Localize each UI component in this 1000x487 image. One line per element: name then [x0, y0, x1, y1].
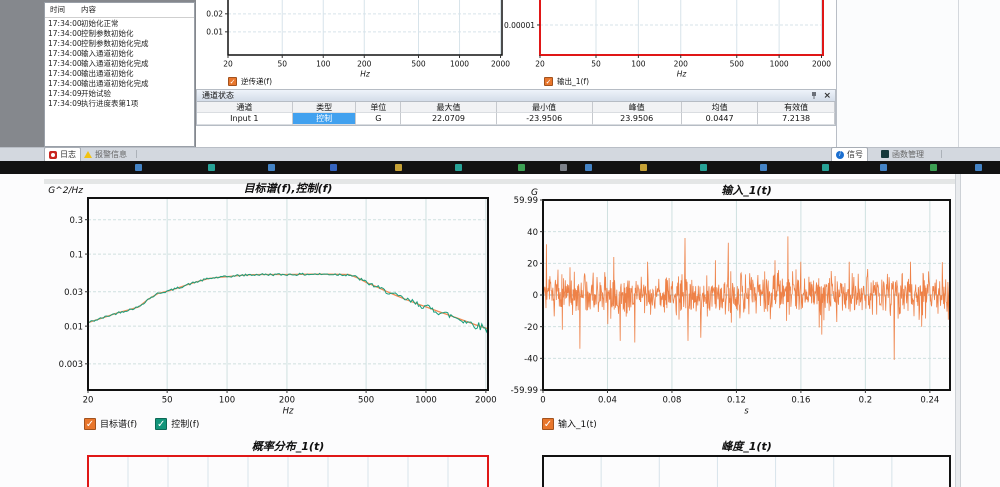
taskbar-icon	[760, 164, 767, 171]
function-manager-icon	[881, 150, 889, 158]
channel-cell: Input 1	[197, 113, 293, 125]
tab-alarm-label: 报警信息	[95, 149, 127, 160]
legend-input-waveform: ✓ 输入_1(t)	[542, 417, 597, 430]
legend-label: 输出_1(f)	[557, 76, 589, 87]
right-side-panel	[836, 0, 1000, 147]
signal-info-icon: i	[836, 151, 844, 159]
channel-status-title: 通道状态	[202, 91, 234, 100]
channel-cell: G	[356, 113, 401, 125]
tab-signal-label: 信号	[847, 149, 863, 160]
legend-item[interactable]: ✓ 输出_1(f)	[544, 76, 589, 87]
pin-icon[interactable]	[810, 91, 818, 100]
column-header: 均值	[682, 102, 759, 113]
taskbar-icon	[975, 164, 982, 171]
taskbar-icon	[135, 164, 142, 171]
channel-cell: 0.0447	[682, 113, 759, 125]
tab-alarm[interactable]: 报警信息	[80, 147, 131, 161]
app-window: 时间 内容 17:34:00初始化正常17:34:00控制参数初始化17:34:…	[0, 0, 1000, 487]
column-header: 最大值	[401, 102, 497, 113]
column-header: 最小值	[497, 102, 593, 113]
log-row: 17:34:00输入通道初始化	[45, 49, 194, 59]
taskbar-strip	[0, 161, 1000, 174]
tab-signal[interactable]: i 信号	[831, 147, 868, 161]
column-header: 通道	[197, 102, 293, 113]
tab-log[interactable]: 日志	[44, 147, 81, 161]
legend-item[interactable]: ✓ 控制(f)	[155, 417, 199, 430]
log-row: 17:34:09开始试验	[45, 89, 194, 99]
log-rows: 17:34:00初始化正常17:34:00控制参数初始化17:34:00控制参数…	[45, 19, 194, 109]
legend-checkbox[interactable]: ✓	[155, 418, 167, 430]
legend-label: 目标谱(f)	[100, 417, 137, 430]
taskbar-icon	[880, 164, 887, 171]
log-col-time: 时间	[50, 3, 65, 17]
tab-separator: |	[940, 149, 943, 158]
column-header: 单位	[356, 102, 401, 113]
taskbar-icon	[640, 164, 647, 171]
legend-checkbox[interactable]: ✓	[84, 418, 96, 430]
legend-item[interactable]: ✓ 逆传递(f)	[228, 76, 272, 87]
channel-cell: -23.9506	[497, 113, 593, 125]
legend-checkbox[interactable]: ✓	[228, 77, 237, 86]
taskbar-icon	[395, 164, 402, 171]
tab-function-manager[interactable]: 函数管理	[877, 147, 928, 161]
channel-cell: 控制	[293, 113, 357, 125]
taskbar-icon	[930, 164, 937, 171]
tab-separator: |	[135, 149, 138, 158]
channel-cell: 23.9506	[593, 113, 682, 125]
workspace-divider	[955, 174, 961, 487]
chart-workspace	[0, 174, 1000, 487]
legend-checkbox[interactable]: ✓	[544, 77, 553, 86]
log-row: 17:34:00初始化正常	[45, 19, 194, 29]
taskbar-icon	[585, 164, 592, 171]
log-row: 17:34:00输出通道初始化	[45, 69, 194, 79]
legend-checkbox[interactable]: ✓	[542, 418, 554, 430]
taskbar-icon	[330, 164, 337, 171]
column-header: 类型	[293, 102, 357, 113]
log-row: 17:34:00控制参数初始化完成	[45, 39, 194, 49]
taskbar-icon	[455, 164, 462, 171]
legend-label: 输入_1(t)	[558, 417, 597, 430]
channel-cell: 7.2138	[758, 113, 835, 125]
taskbar-icon	[822, 164, 829, 171]
column-header: 峰值	[593, 102, 682, 113]
log-col-content: 内容	[81, 3, 96, 17]
log-header: 时间 内容	[45, 3, 194, 18]
channel-status-titlebar: 通道状态 ×	[197, 90, 835, 102]
legend-item[interactable]: ✓ 目标谱(f)	[84, 417, 137, 430]
warning-icon	[84, 151, 92, 158]
legend-item[interactable]: ✓ 输入_1(t)	[542, 417, 597, 430]
channel-row[interactable]: Input 1控制G22.0709-23.950623.95060.04477.…	[197, 113, 835, 125]
legend-label: 逆传递(f)	[241, 76, 272, 87]
legend-inverse-transfer: ✓ 逆传递(f)	[228, 76, 272, 87]
taskbar-icon	[268, 164, 275, 171]
workspace-top-strip	[44, 179, 956, 184]
channel-status-panel: 通道状态 × 通道类型单位最大值最小值峰值均值有效值 Input 1控制G22.…	[196, 89, 836, 126]
channel-cell: 22.0709	[401, 113, 497, 125]
taskbar-icon	[518, 164, 525, 171]
taskbar-icon	[700, 164, 707, 171]
close-icon[interactable]: ×	[823, 91, 831, 101]
log-row: 17:34:00输出通道初始化完成	[45, 79, 194, 89]
taskbar-icon	[208, 164, 215, 171]
legend-output-spectrum: ✓ 输出_1(f)	[544, 76, 589, 87]
channel-table-header: 通道类型单位最大值最小值峰值均值有效值	[197, 102, 835, 113]
tab-function-manager-label: 函数管理	[892, 149, 924, 160]
log-row: 17:34:00控制参数初始化	[45, 29, 194, 39]
taskbar-icon	[560, 164, 567, 171]
log-row: 17:34:09执行进度表第1项	[45, 99, 194, 109]
legend-target-control-psd: ✓ 目标谱(f) ✓ 控制(f)	[84, 417, 199, 430]
log-row: 17:34:00输入通道初始化完成	[45, 59, 194, 69]
panel-divider	[958, 0, 959, 147]
log-icon	[49, 151, 57, 159]
legend-label: 控制(f)	[171, 417, 199, 430]
column-header: 有效值	[758, 102, 835, 113]
log-panel: 时间 内容 17:34:00初始化正常17:34:00控制参数初始化17:34:…	[44, 2, 195, 147]
tab-log-label: 日志	[60, 149, 76, 160]
